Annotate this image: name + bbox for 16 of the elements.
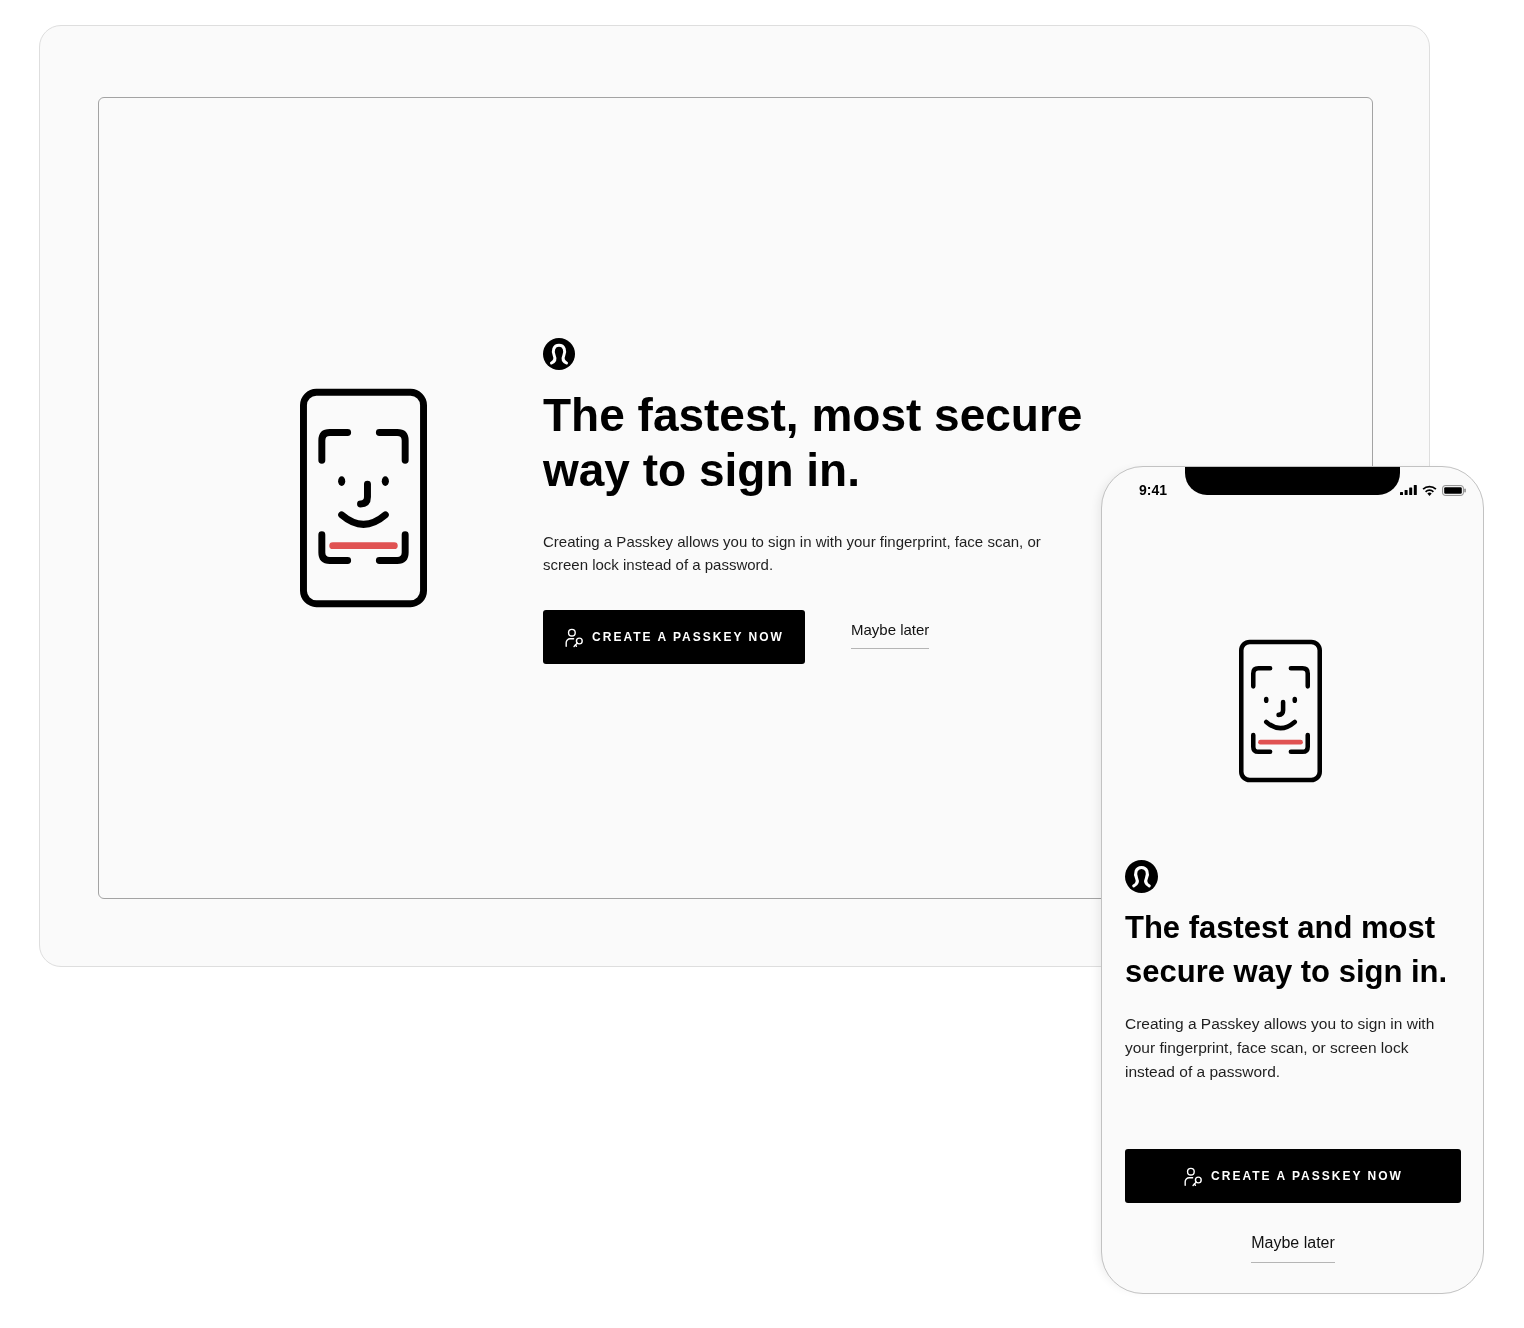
logo-icon	[1125, 860, 1158, 893]
heading: The fastest, most secure way to sign in.	[543, 388, 1084, 498]
maybe-later-link[interactable]: Maybe later	[1251, 1231, 1335, 1263]
wifi-icon	[1422, 484, 1437, 496]
signal-icon	[1400, 485, 1417, 495]
description-text: Creating a Passkey allows you to sign in with your fingerprint, face scan, or screen lock instead of a password.	[543, 532, 1042, 575]
create-passkey-button[interactable]: CREATE A PASSKEY NOW	[1125, 1149, 1461, 1203]
create-passkey-button[interactable]: CREATE A PASSKEY NOW	[543, 610, 805, 664]
person-key-icon	[1183, 1165, 1205, 1187]
status-time: 9:41	[1139, 480, 1168, 500]
maybe-later-link[interactable]: Maybe later	[851, 619, 930, 649]
battery-icon	[1442, 484, 1466, 496]
description-text: Creating a Passkey allows you to sign in with your fingerprint, face scan, or screen lock instead of a password.	[1125, 1014, 1436, 1082]
heading: The fastest and most secure way to sign in.	[1125, 909, 1449, 991]
logo-icon	[543, 338, 575, 370]
person-key-icon	[564, 626, 586, 648]
